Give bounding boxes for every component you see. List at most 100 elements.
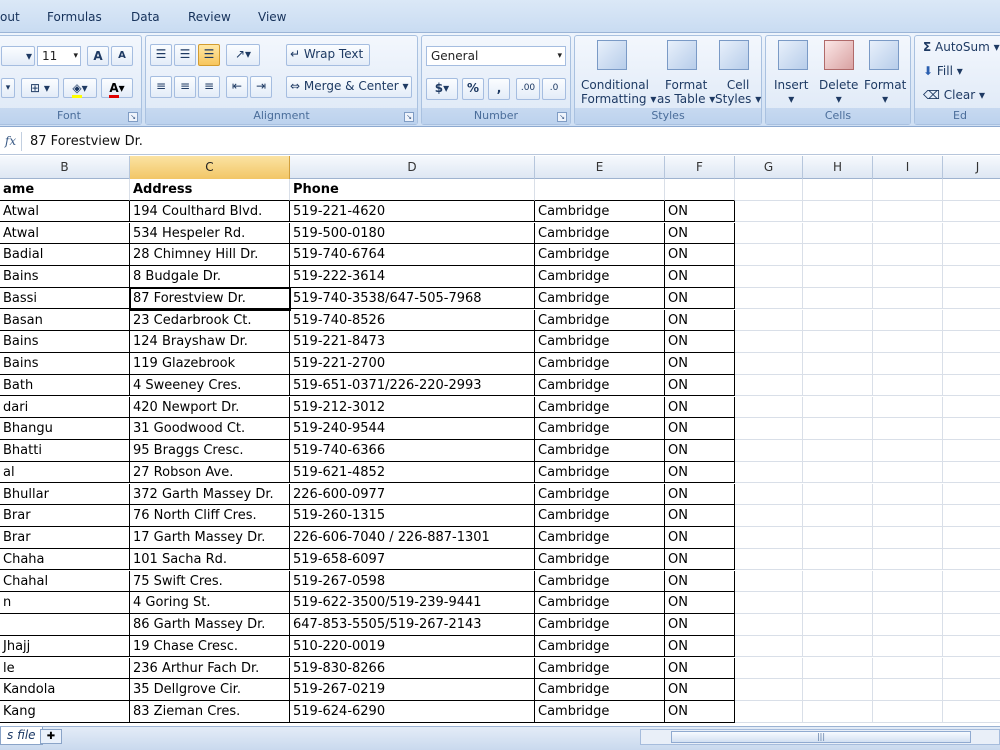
cell-city[interactable]: Cambridge [535,353,665,375]
cell-city[interactable]: Cambridge [535,461,665,484]
cell-phone[interactable]: 519-624-6290 [290,701,535,723]
align-left-button[interactable]: ≡ [150,76,172,98]
sheet-tab[interactable]: s file [0,727,43,745]
cell-name[interactable]: le [0,657,130,680]
cell-empty[interactable] [943,636,1000,658]
cell-name[interactable]: Bhangu [0,418,130,440]
cell-empty[interactable] [873,592,943,614]
cell-empty[interactable] [735,592,803,614]
cell-province[interactable]: ON [665,309,735,332]
cell-province[interactable]: ON [665,635,735,658]
cell-phone[interactable]: 519-658-6097 [290,548,535,571]
cell-city[interactable]: Cambridge [535,483,665,506]
column-header-c[interactable]: C [130,156,290,179]
cell-city[interactable]: Cambridge [535,374,665,397]
cell-phone[interactable]: 519-221-2700 [290,353,535,375]
cell-name[interactable]: Chaha [0,548,130,571]
cell-address[interactable]: 194 Coulthard Blvd. [130,200,290,223]
cell-empty[interactable] [803,701,873,723]
cell-empty[interactable] [943,353,1000,375]
cell-phone[interactable]: Phone [290,179,535,201]
cell-empty[interactable] [803,374,873,397]
cell-empty[interactable] [873,483,943,506]
cell-name[interactable]: ame [0,179,130,201]
cell-name[interactable]: Bath [0,374,130,397]
insert-function-button[interactable]: fx [0,132,22,151]
cell-empty[interactable] [943,658,1000,680]
cell-city[interactable]: Cambridge [535,287,665,310]
cell-province[interactable]: ON [665,592,735,614]
percent-button[interactable]: % [462,78,484,100]
grow-font-button[interactable]: A [87,46,109,66]
cell-city[interactable]: Cambridge [535,635,665,658]
align-middle-button[interactable]: ☰ [174,44,196,66]
cell-empty[interactable] [943,418,1000,440]
cell-empty[interactable] [803,527,873,549]
cell-empty[interactable] [735,266,803,288]
cell-address[interactable]: 75 Swift Cres. [130,570,290,593]
cell-empty[interactable] [873,200,943,223]
cell-address[interactable]: 27 Robson Ave. [130,461,290,484]
tab-page-layout[interactable]: out [0,10,20,24]
comma-button[interactable]: , [488,78,510,100]
cell-empty[interactable] [873,222,943,245]
cell-address[interactable]: 76 North Cliff Cres. [130,505,290,527]
cell-empty[interactable] [873,635,943,658]
cell-phone[interactable]: 519-260-1315 [290,505,535,527]
cell-address[interactable]: 8 Budgale Dr. [130,266,290,288]
cell-phone[interactable]: 519-267-0219 [290,679,535,701]
cell-empty[interactable] [873,701,943,723]
horizontal-scrollbar[interactable]: ||| [640,729,1000,745]
cell-province[interactable]: ON [665,222,735,245]
tab-review[interactable]: Review [188,10,231,24]
cell-empty[interactable] [735,614,803,636]
cell-empty[interactable] [943,201,1000,223]
cell-empty[interactable] [735,483,803,506]
cell-city[interactable]: Cambridge [535,418,665,440]
cell-empty[interactable] [735,570,803,593]
cell-name[interactable]: Bains [0,266,130,288]
cell-empty[interactable] [873,570,943,593]
cell-empty[interactable] [873,179,943,201]
format-button[interactable]: Format ▾ [864,78,906,106]
cell-address[interactable]: 86 Garth Massey Dr. [130,614,290,636]
insert-sheet-button[interactable]: ✚ [40,729,62,744]
cell-province[interactable] [665,179,735,201]
cell-phone[interactable]: 519-221-4620 [290,200,535,223]
clear-button[interactable]: ⌫ Clear ▾ [923,88,985,102]
cell-address[interactable]: 83 Zieman Cres. [130,701,290,723]
cell-empty[interactable] [803,200,873,223]
cell-name[interactable] [0,614,130,636]
cell-name[interactable]: Bhatti [0,440,130,462]
cell-phone[interactable]: 510-220-0019 [290,635,535,658]
cell-city[interactable]: Cambridge [535,657,665,680]
cell-empty[interactable] [735,200,803,223]
column-header-j[interactable]: J [943,156,1000,179]
cell-province[interactable]: ON [665,461,735,484]
cell-province[interactable]: ON [665,200,735,223]
cell-address[interactable]: 4 Goring St. [130,592,290,614]
cell-empty[interactable] [735,635,803,658]
cell-phone[interactable]: 519-212-3012 [290,396,535,419]
cell-province[interactable]: ON [665,374,735,397]
cell-empty[interactable] [873,309,943,332]
cell-phone[interactable]: 519-622-3500/519-239-9441 [290,592,535,614]
column-header-i[interactable]: I [873,156,943,179]
cell-empty[interactable] [943,397,1000,419]
cell-name[interactable]: Jhajj [0,635,130,658]
cell-name[interactable]: Atwal [0,200,130,223]
cell-empty[interactable] [873,679,943,701]
cell-address[interactable]: 236 Arthur Fach Dr. [130,657,290,680]
cell-address[interactable]: 372 Garth Massey Dr. [130,483,290,506]
cell-address[interactable]: 35 Dellgrove Cir. [130,679,290,701]
cell-city[interactable]: Cambridge [535,701,665,723]
cell-empty[interactable] [803,461,873,484]
delete-button[interactable]: Delete ▾ [819,78,858,106]
cell-city[interactable]: Cambridge [535,527,665,549]
align-center-button[interactable]: ≡ [174,76,196,98]
cell-address[interactable]: 95 Braggs Cresc. [130,440,290,462]
cell-empty[interactable] [803,179,873,201]
cell-province[interactable]: ON [665,614,735,636]
cell-empty[interactable] [943,266,1000,288]
cell-phone[interactable]: 647-853-5505/519-267-2143 [290,614,535,636]
